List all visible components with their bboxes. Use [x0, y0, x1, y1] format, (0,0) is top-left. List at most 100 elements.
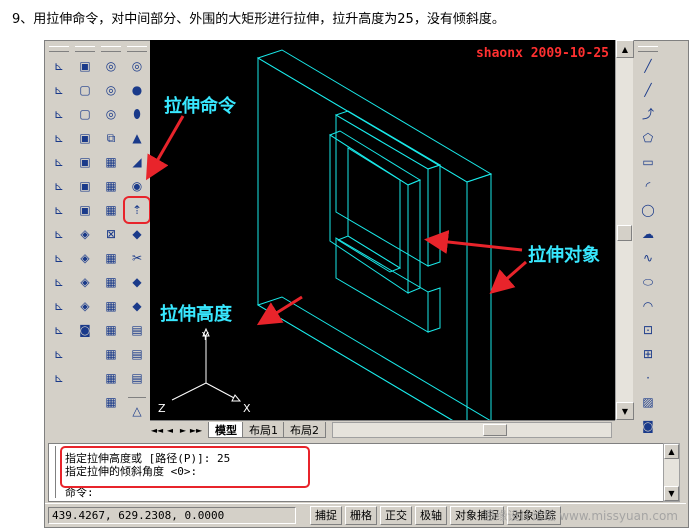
rotate-faces-icon[interactable]: ▦ — [100, 247, 122, 269]
tab-layout1[interactable]: 布局1 — [242, 422, 285, 438]
arc-icon[interactable]: ◜ — [637, 175, 659, 197]
ucs-apply-icon[interactable]: ⊾ — [48, 343, 70, 365]
extrude-faces-icon[interactable]: ▦ — [100, 151, 122, 173]
region-icon[interactable]: ◙ — [637, 415, 659, 437]
sw-iso-icon[interactable]: ◈ — [74, 223, 96, 245]
command-window-grip[interactable] — [50, 446, 56, 498]
scroll-down-button[interactable]: ▼ — [616, 402, 634, 420]
ellipse-icon[interactable]: ⬭ — [637, 271, 659, 293]
ucs-origin-icon[interactable]: ⊾ — [48, 199, 70, 221]
top-view-icon[interactable]: ▢ — [74, 79, 96, 101]
ucs-manager-icon[interactable]: ⊾ — [48, 367, 70, 389]
sphere-icon[interactable]: ● — [126, 79, 148, 101]
back-view-icon[interactable]: ▣ — [74, 199, 96, 221]
vertical-scrollbar[interactable]: ▲ ▼ — [615, 40, 634, 420]
last-tab-button[interactable]: ►► — [190, 423, 202, 437]
tab-model[interactable]: 模型 — [208, 422, 244, 438]
ucs-x-icon[interactable]: ⊾ — [48, 271, 70, 293]
offset-faces-icon[interactable]: ▦ — [100, 199, 122, 221]
ucs-y-icon[interactable]: ⊾ — [48, 295, 70, 317]
coordinate-readout[interactable]: 439.4267, 629.2308, 0.0000 — [48, 506, 296, 524]
toolbar-grip[interactable] — [49, 46, 69, 52]
ellipse-arc-icon[interactable]: ◠ — [637, 295, 659, 317]
point-icon[interactable]: · — [637, 367, 659, 389]
command-scrollbar[interactable]: ▲ ▼ — [663, 443, 680, 502]
snap-button[interactable]: 捕捉 — [310, 505, 342, 525]
separate-icon[interactable]: ▦ — [100, 391, 122, 413]
toolbar-grip[interactable] — [127, 46, 147, 52]
next-tab-button[interactable]: ► — [177, 423, 189, 437]
torus-icon[interactable]: ◉ — [126, 175, 148, 197]
polygon-icon[interactable]: ⬠ — [637, 127, 659, 149]
polar-button[interactable]: 极轴 — [415, 505, 447, 525]
intersect-icon[interactable]: ⧉ — [100, 127, 122, 149]
ucs-z-icon[interactable]: ⊾ — [48, 319, 70, 341]
scroll-thumb[interactable] — [617, 225, 632, 241]
draw-order-icon[interactable]: △ — [126, 400, 148, 422]
box-icon[interactable]: ◎ — [126, 55, 148, 77]
command-scroll-up[interactable]: ▲ — [664, 444, 679, 459]
line-icon[interactable]: ╱ — [637, 55, 659, 77]
clean-icon[interactable]: ▦ — [100, 367, 122, 389]
rectangle-icon[interactable]: ▭ — [637, 151, 659, 173]
ucs-world-icon[interactable]: ⊾ — [48, 79, 70, 101]
ucs-icon[interactable]: ⊾ — [48, 55, 70, 77]
cone-icon[interactable]: ▲ — [126, 127, 148, 149]
status-bar: 439.4267, 629.2308, 0.0000 捕捉 栅格 正交 极轴 对… — [45, 503, 686, 526]
command-scroll-down[interactable]: ▼ — [664, 486, 679, 501]
right-view-icon[interactable]: ▣ — [74, 151, 96, 173]
construction-line-icon[interactable]: ╱ — [637, 79, 659, 101]
hatch-icon[interactable]: ▨ — [637, 391, 659, 413]
slice-icon[interactable]: ✂ — [126, 247, 148, 269]
ortho-button[interactable]: 正交 — [380, 505, 412, 525]
setup-view-icon[interactable]: ▤ — [126, 343, 148, 365]
move-faces-icon[interactable]: ▦ — [100, 175, 122, 197]
section-icon[interactable]: ◆ — [126, 271, 148, 293]
named-views-icon[interactable]: ▣ — [74, 55, 96, 77]
ucs-3point-icon[interactable]: ⊾ — [48, 247, 70, 269]
ucs-zaxis-icon[interactable]: ⊾ — [48, 223, 70, 245]
orbit-icon[interactable]: ◎ — [100, 55, 122, 77]
front-view-icon[interactable]: ▣ — [74, 175, 96, 197]
scroll-up-button[interactable]: ▲ — [616, 40, 634, 58]
toolbar-grip[interactable] — [75, 46, 95, 52]
delete-faces-icon[interactable]: ⊠ — [100, 223, 122, 245]
imprint-icon[interactable]: ▦ — [100, 343, 122, 365]
color-faces-icon[interactable]: ▦ — [100, 319, 122, 341]
prev-tab-button[interactable]: ◄ — [164, 423, 176, 437]
wedge-icon[interactable]: ◢ — [126, 151, 148, 173]
camera-icon[interactable]: ◙ — [74, 319, 96, 341]
se-iso-icon[interactable]: ◈ — [74, 247, 96, 269]
ne-iso-icon[interactable]: ◈ — [74, 271, 96, 293]
first-tab-button[interactable]: ◄◄ — [151, 423, 163, 437]
setup-profile-icon[interactable]: ▤ — [126, 367, 148, 389]
ucs-object-icon[interactable]: ⊾ — [48, 151, 70, 173]
toolbar-grip[interactable] — [638, 46, 658, 52]
setup-drawing-icon[interactable]: ▤ — [126, 319, 148, 341]
revolve-icon[interactable]: ◆ — [126, 223, 148, 245]
ucs-view-icon[interactable]: ⊾ — [48, 175, 70, 197]
toolbar-grip[interactable] — [101, 46, 121, 52]
circle-icon[interactable]: ◯ — [637, 199, 659, 221]
interference-icon[interactable]: ◆ — [126, 295, 148, 317]
spline-icon[interactable]: ∿ — [637, 247, 659, 269]
make-block-icon[interactable]: ⊞ — [637, 343, 659, 365]
horizontal-scroll-thumb[interactable] — [483, 424, 507, 436]
grid-button[interactable]: 栅格 — [345, 505, 377, 525]
subtract-icon[interactable]: ◎ — [100, 103, 122, 125]
horizontal-scrollbar[interactable] — [332, 422, 612, 438]
ucs-face-icon[interactable]: ⊾ — [48, 127, 70, 149]
cylinder-icon[interactable]: ⬮ — [126, 103, 148, 125]
insert-block-icon[interactable]: ⊡ — [637, 319, 659, 341]
bottom-view-icon[interactable]: ▢ — [74, 103, 96, 125]
extrude-icon[interactable]: ⇡ — [123, 196, 151, 224]
ucs-previous-icon[interactable]: ⊾ — [48, 103, 70, 125]
left-view-icon[interactable]: ▣ — [74, 127, 96, 149]
copy-faces-icon[interactable]: ▦ — [100, 295, 122, 317]
union-icon[interactable]: ◎ — [100, 79, 122, 101]
taper-faces-icon[interactable]: ▦ — [100, 271, 122, 293]
tab-layout2[interactable]: 布局2 — [283, 422, 326, 438]
polyline-icon[interactable]: ⤴ — [637, 103, 659, 125]
nw-iso-icon[interactable]: ◈ — [74, 295, 96, 317]
revision-cloud-icon[interactable]: ☁ — [637, 223, 659, 245]
